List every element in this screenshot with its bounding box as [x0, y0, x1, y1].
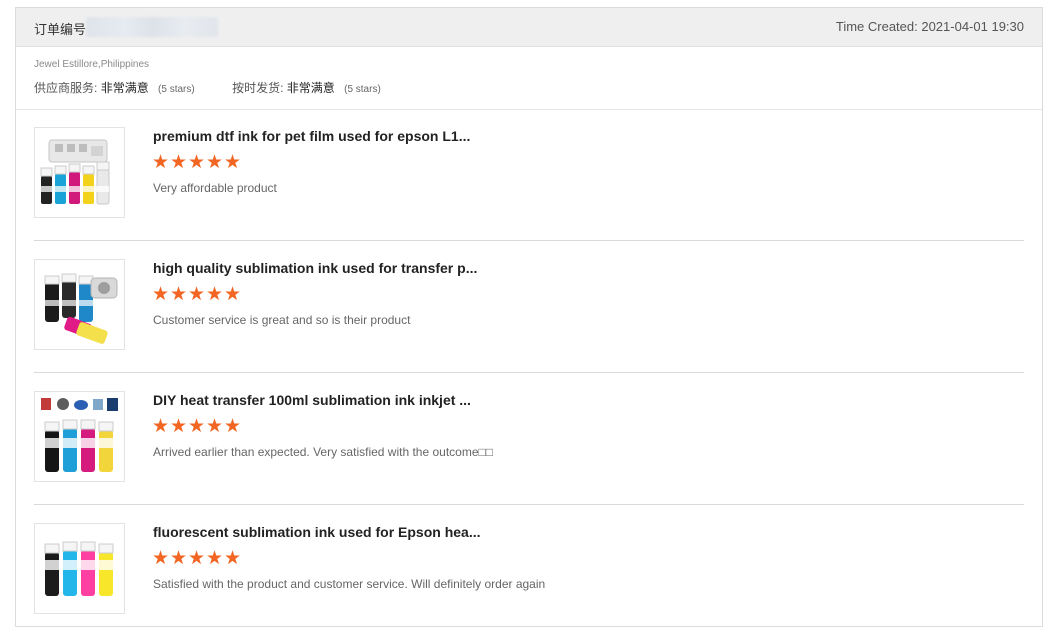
star-rating: ★★★★★: [152, 285, 242, 305]
rating-label: 供应商服务:: [34, 81, 98, 95]
star-icon: ★: [224, 416, 242, 437]
star-icon: ★: [224, 284, 242, 305]
product-thumbnail[interactable]: [34, 259, 125, 350]
star-icon: ★: [170, 548, 188, 569]
star-icon: ★: [152, 152, 170, 173]
product-title[interactable]: premium dtf ink for pet film used for ep…: [153, 128, 470, 144]
product-title[interactable]: fluorescent sublimation ink used for Eps…: [153, 524, 481, 540]
star-icon: ★: [206, 152, 224, 173]
review-text: Satisfied with the product and customer …: [153, 577, 546, 591]
product-title[interactable]: DIY heat transfer 100ml sublimation ink …: [153, 392, 471, 408]
rating-note: (5 stars): [158, 84, 195, 95]
star-icon: ★: [224, 548, 242, 569]
star-icon: ★: [206, 548, 224, 569]
product-title[interactable]: high quality sublimation ink used for tr…: [153, 260, 477, 276]
star-icon: ★: [224, 152, 242, 173]
rating-value: 非常满意: [286, 81, 335, 95]
review-text: Arrived earlier than expected. Very sati…: [153, 445, 493, 459]
star-icon: ★: [152, 284, 170, 305]
review-item: fluorescent sublimation ink used for Eps…: [34, 505, 1024, 636]
star-rating: ★★★★★: [152, 153, 242, 173]
product-thumbnail[interactable]: [34, 523, 125, 614]
seller-ratings: 供应商服务: 非常满意 (5 stars) 按时发货: 非常满意 (5 star…: [34, 79, 415, 96]
star-icon: ★: [170, 284, 188, 305]
product-thumbnail[interactable]: [34, 127, 125, 218]
star-rating: ★★★★★: [152, 417, 242, 437]
ink-bottles-with-products-icon: [41, 398, 118, 472]
star-icon: ★: [206, 284, 224, 305]
rating-note: (5 stars): [344, 84, 381, 95]
star-icon: ★: [170, 416, 188, 437]
order-number-label: 订单编号: [34, 22, 87, 37]
order-header: 订单编号 Time Created: 2021-04-01 19:30: [16, 8, 1042, 47]
star-icon: ★: [152, 548, 170, 569]
star-icon: ★: [206, 416, 224, 437]
review-item: DIY heat transfer 100ml sublimation ink …: [34, 373, 1024, 505]
review-list: premium dtf ink for pet film used for ep…: [16, 109, 1042, 636]
order-review-panel: 订单编号 Time Created: 2021-04-01 19:30 Jewe…: [15, 7, 1043, 627]
buyer-name: Jewel Estillore,Philippines: [34, 59, 150, 70]
review-item: high quality sublimation ink used for tr…: [34, 241, 1024, 373]
star-icon: ★: [170, 152, 188, 173]
order-number-redacted: [86, 17, 218, 37]
ink-bottles-with-roll-icon: [44, 273, 118, 344]
rating-supplier-service: 供应商服务: 非常满意 (5 stars): [34, 79, 195, 96]
star-icon: ★: [188, 416, 206, 437]
star-icon: ★: [188, 548, 206, 569]
time-created: Time Created: 2021-04-01 19:30: [835, 19, 1024, 34]
star-rating: ★★★★★: [152, 549, 242, 569]
star-icon: ★: [188, 152, 206, 173]
review-text: Very affordable product: [153, 181, 277, 195]
star-icon: ★: [188, 284, 206, 305]
rating-value: 非常满意: [100, 81, 149, 95]
buyer-meta: Jewel Estillore,Philippines 供应商服务: 非常满意 …: [16, 47, 1042, 110]
fluorescent-ink-bottles-icon: [44, 541, 114, 596]
review-item: premium dtf ink for pet film used for ep…: [34, 109, 1024, 241]
product-thumbnail[interactable]: [34, 391, 125, 482]
review-text: Customer service is great and so is thei…: [153, 313, 411, 327]
star-icon: ★: [152, 416, 170, 437]
rating-label: 按时发货:: [232, 81, 284, 95]
ink-bottles-with-printer-tray-icon: [40, 139, 110, 205]
rating-on-time-shipping: 按时发货: 非常满意 (5 stars): [232, 79, 381, 96]
